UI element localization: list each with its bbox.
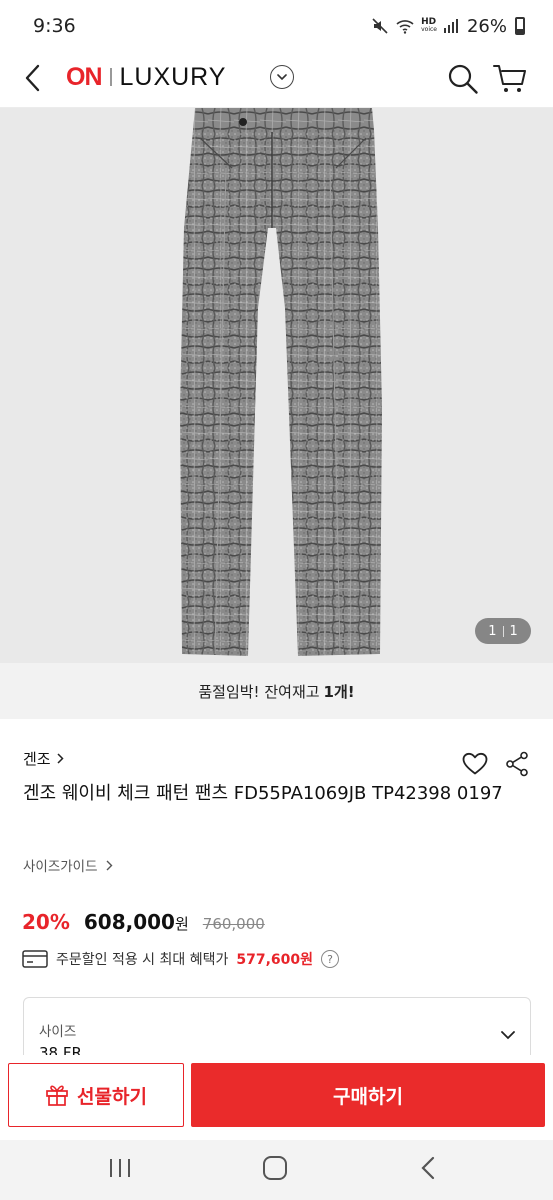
discount-rate: 20% [22,910,70,934]
status-icons: HD voice [371,17,459,35]
brand-dropdown-button[interactable] [270,65,294,89]
cart-button[interactable] [492,62,528,96]
stock-notice-text: 품절임박! 잔여재고 [198,682,320,701]
back-button[interactable] [18,60,46,96]
heart-icon [462,752,488,775]
chevron-right-icon [57,753,64,764]
search-button[interactable] [446,62,480,96]
brand-link[interactable]: 겐조 [23,748,64,769]
status-right: HD voice 26% [371,16,525,37]
brand-luxury: LUXURY [119,62,227,91]
gift-button[interactable]: 선물하기 [8,1063,184,1127]
image-counter-current: 1 [488,623,497,639]
wifi-icon [396,20,414,34]
image-counter: 1 1 [475,618,531,644]
benefit-text: 주문할인 적용 시 최대 혜택가 [56,952,229,968]
gift-button-label: 선물하기 [77,1085,147,1108]
share-button[interactable] [505,751,529,777]
app-header: ON LUXURY [0,52,553,108]
nav-back-icon[interactable] [420,1155,436,1181]
product-title: 겐조 웨이비 체크 패턴 팬츠 FD55PA1069JB TP42398 019… [23,783,503,804]
share-icon [506,751,528,777]
help-icon[interactable]: ? [321,950,340,968]
battery-icon [515,17,525,35]
hd-voice-indicator: HD voice [421,17,437,34]
benefit-price: 577,600원 [236,952,314,968]
home-icon[interactable] [263,1156,287,1180]
signal-icon [443,19,458,33]
price-row: 20% 608,000원 760,000 [22,910,265,934]
pants-image [180,108,382,656]
stock-notice: 품절임박! 잔여재고 1개! [0,663,553,719]
buy-button[interactable]: 구매하기 [191,1063,545,1127]
gift-icon [46,1085,68,1106]
brand-divider [109,68,112,86]
chevron-down-icon [277,73,287,80]
cart-icon [493,65,526,92]
benefit-row: 주문할인 적용 시 최대 혜택가 577,600원 ? [22,949,340,969]
sale-price: 608,000원 [84,910,189,934]
brand-logo[interactable]: ON LUXURY [66,62,226,92]
product-image[interactable]: 1 1 [0,108,553,663]
size-guide-label: 사이즈가이드 [23,859,98,875]
mute-icon [372,18,388,34]
image-counter-total: 1 [509,623,518,639]
status-bar: 9:36 HD voice 26% [0,0,553,52]
image-counter-divider [502,625,504,637]
battery-percent: 26% [466,15,507,37]
original-price: 760,000 [202,915,265,933]
sale-price-value: 608,000 [83,910,175,934]
credit-card-icon [22,950,48,968]
recent-apps-icon[interactable] [108,1157,132,1179]
status-time: 9:36 [33,15,76,37]
brand-on: ON [66,62,102,91]
chevron-left-icon [25,64,40,92]
brand-name: 겐조 [23,750,51,768]
chevron-right-icon [106,860,113,870]
chevron-down-icon [501,1031,515,1040]
action-bar: 선물하기 구매하기 [0,1055,553,1140]
search-icon [448,64,478,94]
size-guide-link[interactable]: 사이즈가이드 [23,855,113,875]
buy-button-label: 구매하기 [333,1085,403,1108]
stock-notice-count: 1개! [323,682,355,701]
size-select-label: 사이즈 [39,1024,77,1040]
system-nav-bar [0,1140,553,1200]
wishlist-button[interactable] [462,752,488,776]
sale-price-unit: 원 [174,915,189,933]
